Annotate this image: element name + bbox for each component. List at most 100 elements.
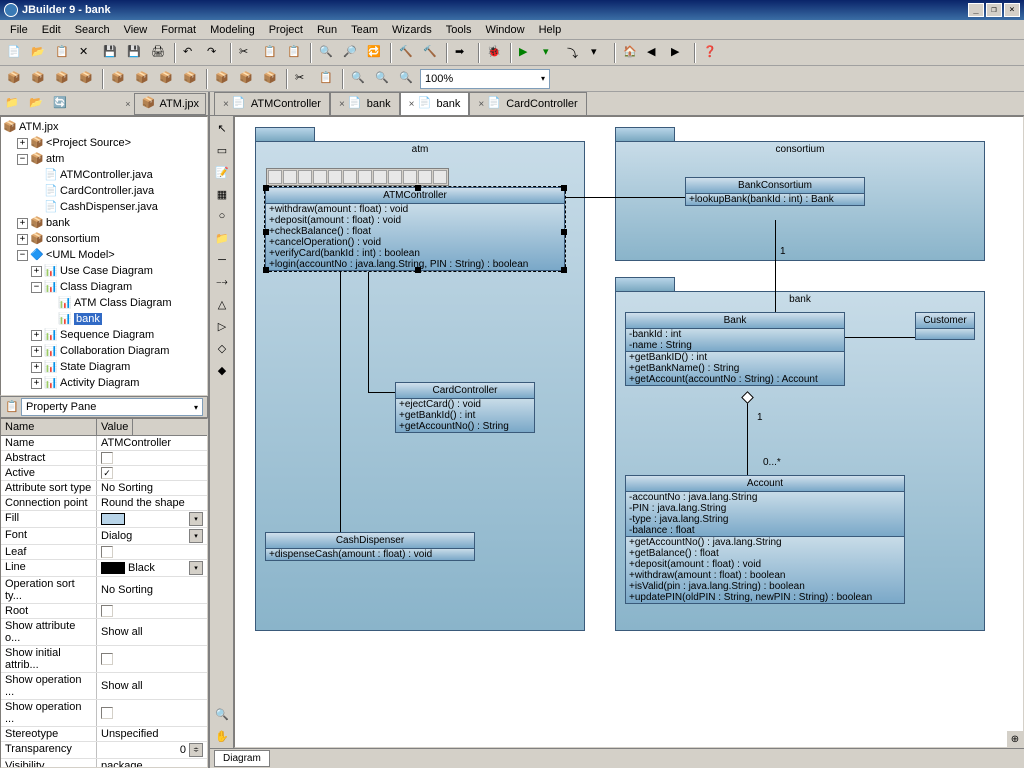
uml-member[interactable]: +getBankID() : int [626,352,844,363]
prop-value[interactable]: Dialog▾ [97,528,207,544]
menu-search[interactable]: Search [69,22,116,38]
prop-value[interactable]: package [97,759,207,768]
t2-btn-1[interactable]: 📦 [4,68,26,90]
menu-wizards[interactable]: Wizards [386,22,438,38]
save-button[interactable]: 💾 [100,42,122,64]
prop-row-operation-sort-ty-[interactable]: Operation sort ty...No Sorting [1,577,207,604]
prop-row-line[interactable]: Line Black▾ [1,560,207,577]
prop-value[interactable] [97,451,207,465]
uml-member[interactable]: +cancelOperation() : void [266,237,564,248]
tree-usecase-diagram[interactable]: Use Case Diagram [60,265,153,277]
editor-tab-3[interactable]: ×📄CardController [469,92,586,115]
combo-button[interactable]: ▾ [189,561,203,575]
cut-button[interactable]: ✂ [236,42,258,64]
tree-root[interactable]: ATM.jpx [19,121,59,133]
checkbox-icon[interactable] [101,605,113,617]
t2-btn-7[interactable]: 📦 [156,68,178,90]
uml-member[interactable]: -accountNo : java.lang.String [626,492,904,503]
uml-member[interactable]: -name : String [626,340,844,351]
class-bankconsortium[interactable]: BankConsortium +lookupBank(bankId : int)… [685,177,865,206]
zoom-fit-button[interactable]: 🔍 [372,68,394,90]
project-btn-1[interactable]: 📁 [2,93,24,115]
close-file-button[interactable]: ✕ [76,42,98,64]
prop-row-transparency[interactable]: Transparency0≑ [1,742,207,759]
uml-member[interactable]: +lookupBank(bankId : int) : Bank [686,194,864,205]
palette-general[interactable]: △ [212,294,232,314]
combo-button[interactable]: ▾ [189,512,203,526]
project-tab-close[interactable]: × [125,99,130,109]
bottom-tab-diagram[interactable]: Diagram [214,750,270,767]
paste-button[interactable]: 📋 [284,42,306,64]
menu-project[interactable]: Project [263,22,309,38]
uml-member[interactable]: +withdraw(amount : float) : void [266,204,564,215]
prop-value[interactable]: Black▾ [97,560,207,576]
scroll-corner-icon[interactable]: ⊕ [1007,731,1023,747]
t2-btn-13[interactable]: 📋 [316,68,338,90]
menu-modeling[interactable]: Modeling [204,22,261,38]
seltb-2[interactable] [283,170,297,184]
class-customer[interactable]: Customer [915,312,975,340]
seltb-11[interactable] [418,170,432,184]
prop-row-show-initial-attrib-[interactable]: Show initial attrib... [1,646,207,673]
prop-header-name[interactable]: Name [1,419,97,435]
uml-member[interactable]: -type : java.lang.String [626,514,904,525]
prop-row-show-operation-[interactable]: Show operation ... [1,700,207,727]
uml-member[interactable]: +verifyCard(bankId : int) : boolean [266,248,564,259]
seltb-12[interactable] [433,170,447,184]
reopen-button[interactable]: 📋 [52,42,74,64]
menu-run[interactable]: Run [311,22,343,38]
tree-state-diagram[interactable]: State Diagram [60,361,130,373]
editor-tab-0[interactable]: ×📄ATMController [214,92,330,115]
t2-btn-2[interactable]: 📦 [28,68,50,90]
tree-activity-diagram[interactable]: Activity Diagram [60,377,139,389]
seltb-8[interactable] [373,170,387,184]
prop-value[interactable] [97,700,207,726]
project-btn-3[interactable]: 🔄 [50,93,72,115]
search-again-button[interactable]: 🔁 [364,42,386,64]
menu-tools[interactable]: Tools [440,22,478,38]
menu-edit[interactable]: Edit [36,22,67,38]
prop-row-connection-point[interactable]: Connection pointRound the shape [1,496,207,511]
zoom-out-button[interactable]: 🔍 [348,68,370,90]
copy-button[interactable]: 📋 [260,42,282,64]
prop-value[interactable]: 0≑ [97,742,207,758]
tree-project-source[interactable]: <Project Source> [46,137,131,149]
help-button[interactable]: ❓ [700,42,722,64]
uml-member[interactable]: -PIN : java.lang.String [626,503,904,514]
tree-uml-model[interactable]: <UML Model> [46,249,115,261]
checkbox-icon[interactable]: ✓ [101,467,113,479]
t2-btn-5[interactable]: 📦 [108,68,130,90]
uml-member[interactable]: +deposit(amount : float) : void [626,559,904,570]
prop-row-attribute-sort-type[interactable]: Attribute sort typeNo Sorting [1,481,207,496]
class-cardcontroller[interactable]: CardController +ejectCard() : void+getBa… [395,382,535,433]
menu-view[interactable]: View [118,22,154,38]
t2-btn-10[interactable]: 📦 [236,68,258,90]
t2-btn-6[interactable]: 📦 [132,68,154,90]
tree-pkg-consortium[interactable]: consortium [46,233,100,245]
checkbox-icon[interactable] [101,653,113,665]
seltb-1[interactable] [268,170,282,184]
make-button[interactable]: 🔨 [396,42,418,64]
prop-value[interactable] [97,604,207,618]
uml-member[interactable]: +getAccount(accountNo : String) : Accoun… [626,374,844,385]
tree-sequence-diagram[interactable]: Sequence Diagram [60,329,154,341]
uml-member[interactable]: +getBankId() : int [396,410,534,421]
prop-row-root[interactable]: Root [1,604,207,619]
tab-close-icon[interactable]: × [409,99,415,110]
diagram-canvas[interactable]: atm consortium bank [234,116,1024,748]
debug-button[interactable]: 🐞 [484,42,506,64]
home-button[interactable]: 🏠 [620,42,642,64]
uml-member[interactable]: +ejectCard() : void [396,399,534,410]
tree-file-atmcontroller[interactable]: ATMController.java [60,169,153,181]
class-atmcontroller[interactable]: ATMController +withdraw(amount : float) … [265,187,565,271]
tree-file-cardcontroller[interactable]: CardController.java [60,185,154,197]
zoom-combo[interactable]: 100% [420,69,550,89]
menu-format[interactable]: Format [155,22,202,38]
zoom-in-button[interactable]: 🔍 [396,68,418,90]
tree-file-cashdispenser[interactable]: CashDispenser.java [60,201,158,213]
checkbox-icon[interactable] [101,452,113,464]
uml-member[interactable]: +isValid(pin : java.lang.String) : boole… [626,581,904,592]
palette-depend[interactable]: ⤍ [212,272,232,292]
editor-tab-2[interactable]: ×📄bank [400,92,470,115]
find-button[interactable]: 🔍 [316,42,338,64]
